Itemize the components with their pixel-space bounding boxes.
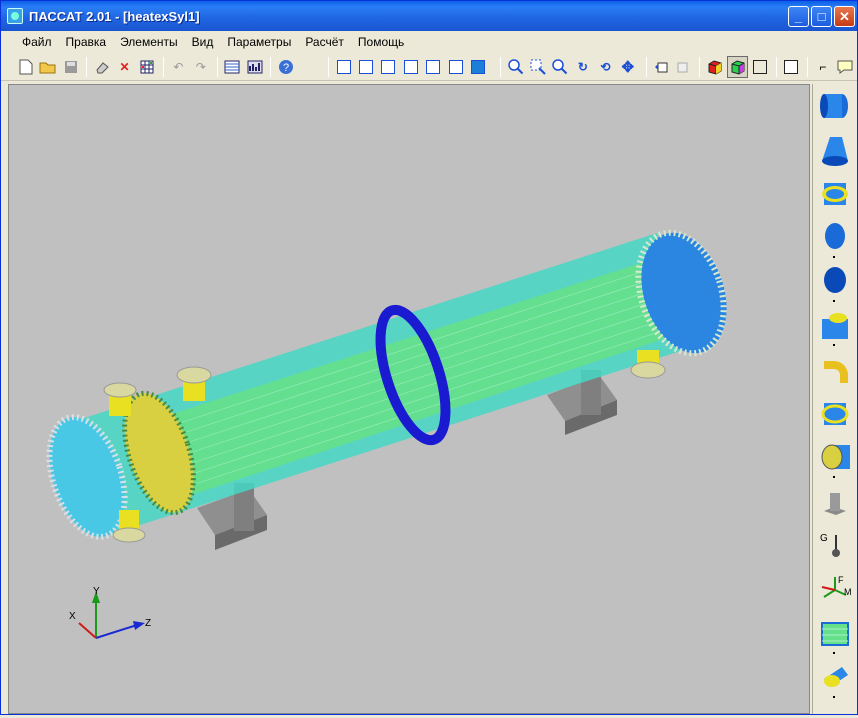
axis-y-label: Y [93, 586, 100, 597]
measure-icon[interactable]: ⌐ [812, 56, 833, 78]
shaded-edges-icon[interactable] [726, 55, 749, 78]
element-palette: G FM [812, 84, 856, 714]
head-flat-icon[interactable] [813, 260, 857, 304]
wireframe-icon[interactable] [749, 56, 770, 78]
annotation-icon[interactable] [835, 56, 856, 78]
nozzle-icon[interactable] [813, 304, 857, 348]
cone-icon[interactable] [813, 128, 857, 172]
rotate-free-icon[interactable]: ⟲ [595, 56, 616, 78]
save-icon[interactable] [60, 56, 81, 78]
view-back-icon[interactable] [355, 56, 376, 78]
view-front-icon[interactable] [333, 56, 354, 78]
view-bottom-icon[interactable] [445, 56, 466, 78]
menu-calculation[interactable]: Расчёт [298, 35, 351, 49]
shaded-icon[interactable] [704, 56, 725, 78]
menu-file[interactable]: Файл [15, 35, 59, 49]
undo-view-icon[interactable] [651, 56, 672, 78]
rotate-icon[interactable]: ↻ [572, 56, 593, 78]
tube-bundle-icon[interactable] [813, 612, 857, 656]
head-ellipse-icon[interactable] [813, 216, 857, 260]
redo-view-icon[interactable] [673, 56, 694, 78]
saddle-support-icon[interactable] [813, 480, 857, 524]
app-window: ПАССАТ 2.01 - [heatexSyl1] _ □ ✕ Файл Пр… [0, 0, 858, 715]
view-right-icon[interactable] [400, 56, 421, 78]
3d-viewport[interactable]: Y Z X [8, 84, 810, 714]
expansion-joint-icon[interactable] [813, 392, 857, 436]
report-icon[interactable] [244, 56, 265, 78]
menu-bar: Файл Правка Элементы Вид Параметры Расчё… [1, 31, 857, 53]
view-top-icon[interactable] [423, 56, 444, 78]
help-icon[interactable]: ? [275, 56, 296, 78]
svg-text:F: F [838, 575, 844, 585]
zoom-icon[interactable] [550, 56, 571, 78]
new-icon[interactable] [15, 56, 36, 78]
menu-view[interactable]: Вид [185, 35, 221, 49]
zoom-window-icon[interactable] [527, 56, 548, 78]
flange-ring-icon[interactable] [813, 172, 857, 216]
heat-exchanger-model[interactable]: Y Z X [9, 85, 811, 715]
shell-cylinder-icon[interactable] [813, 84, 857, 128]
axis-x-label: X [69, 611, 76, 622]
app-icon [7, 8, 23, 24]
window-title: ПАССАТ 2.01 - [heatexSyl1] [29, 8, 200, 24]
svg-text:G: G [820, 533, 828, 544]
svg-text:?: ? [283, 62, 289, 74]
svg-text:M: M [844, 587, 852, 597]
close-button[interactable]: ✕ [834, 6, 855, 27]
minimize-button[interactable]: _ [788, 6, 809, 27]
tubesheet-icon[interactable] [813, 436, 857, 480]
undo-icon[interactable]: ↶ [168, 56, 189, 78]
menu-help[interactable]: Помощь [351, 35, 411, 49]
title-bar[interactable]: ПАССАТ 2.01 - [heatexSyl1] _ □ ✕ [1, 1, 857, 31]
open-icon[interactable] [37, 56, 58, 78]
table-icon[interactable] [222, 56, 243, 78]
axis-triad: Y Z X [69, 586, 151, 639]
menu-parameters[interactable]: Параметры [220, 35, 298, 49]
menu-edit[interactable]: Правка [59, 35, 114, 49]
delete-icon[interactable]: ✕ [114, 56, 135, 78]
view-iso-icon[interactable] [467, 56, 488, 78]
redo-icon[interactable]: ↷ [190, 56, 211, 78]
grid-icon[interactable] [136, 56, 157, 78]
menu-elements[interactable]: Элементы [113, 35, 185, 49]
gravity-load-icon[interactable]: G [813, 524, 857, 568]
hidden-lines-icon[interactable] [781, 56, 802, 78]
force-moment-icon[interactable]: FM [813, 568, 857, 612]
maximize-button[interactable]: □ [811, 6, 832, 27]
zoom-in-icon[interactable] [505, 56, 526, 78]
eraser-icon[interactable] [91, 56, 112, 78]
nozzle-shell-icon[interactable] [813, 656, 857, 700]
elbow-icon[interactable] [813, 348, 857, 392]
pan-icon[interactable]: ✥ [617, 56, 638, 78]
view-left-icon[interactable] [378, 56, 399, 78]
axis-z-label: Z [145, 618, 151, 629]
toolbar: ✕ ↶ ↷ ? ↻ ⟲ ✥ ⌐ [1, 53, 857, 81]
